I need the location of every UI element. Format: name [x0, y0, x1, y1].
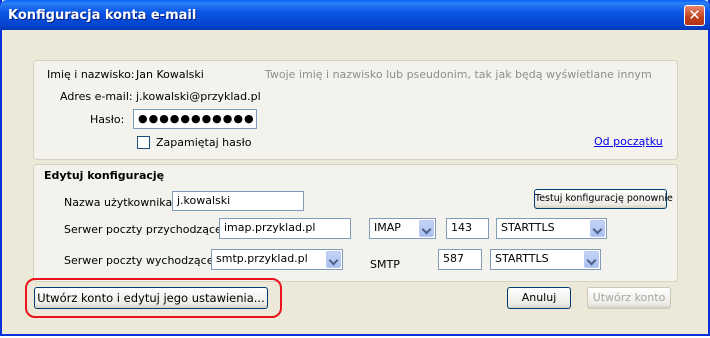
start-over-link[interactable]: Od początku	[594, 135, 663, 148]
name-hint: Twoje imię i nazwisko lub pseudonim, tak…	[265, 68, 652, 81]
password-field[interactable]: ●●●●●●●●●●●	[133, 109, 257, 129]
outgoing-port-field[interactable]: 587	[438, 249, 482, 270]
chevron-down-icon	[584, 251, 599, 268]
chevron-down-icon	[326, 251, 341, 268]
outgoing-security-value: STARTTLS	[495, 252, 549, 265]
username-label: Nazwa użytkownika:	[64, 196, 176, 209]
remember-password-label[interactable]: Zapamiętaj hasło	[156, 136, 251, 149]
close-icon: ✕	[688, 6, 701, 24]
incoming-security-select[interactable]: STARTTLS	[496, 218, 607, 239]
outgoing-server-value: smtp.przyklad.pl	[216, 252, 308, 265]
name-value[interactable]: Jan Kowalski	[136, 68, 204, 81]
outgoing-security-select[interactable]: STARTTLS	[490, 249, 601, 270]
chevron-down-icon	[419, 220, 434, 237]
create-and-edit-account-button[interactable]: Utwórz konto i edytuj jego ustawienia...	[34, 287, 268, 309]
incoming-server-field[interactable]: imap.przyklad.pl	[219, 218, 351, 239]
username-field[interactable]: j.kowalski	[172, 191, 304, 211]
incoming-port-field[interactable]: 143	[446, 218, 489, 239]
incoming-protocol-value: IMAP	[374, 221, 401, 234]
cancel-button[interactable]: Anuluj	[507, 287, 571, 309]
outgoing-server-label: Serwer poczty wychodzącej:	[64, 254, 221, 267]
email-value[interactable]: j.kowalski@przyklad.pl	[136, 90, 261, 103]
create-account-button[interactable]: Utwórz konto	[587, 287, 671, 309]
incoming-protocol-select[interactable]: IMAP	[369, 218, 436, 239]
remember-password-checkbox[interactable]	[137, 136, 150, 149]
chevron-down-icon	[590, 220, 605, 237]
title-bar[interactable]: Konfiguracja konta e-mail ✕	[0, 0, 710, 30]
password-label: Hasło:	[90, 113, 125, 126]
email-label: Adres e-mail:	[60, 90, 133, 103]
incoming-server-label: Serwer poczty przychodzącej:	[64, 223, 229, 236]
retest-config-button[interactable]: Testuj konfigurację ponownie	[534, 189, 673, 209]
outgoing-server-select[interactable]: smtp.przyklad.pl	[211, 249, 343, 270]
name-label: Imię i nazwisko:	[47, 68, 135, 81]
window-title: Konfiguracja konta e-mail	[8, 8, 197, 23]
incoming-security-value: STARTTLS	[501, 221, 555, 234]
close-button[interactable]: ✕	[684, 5, 705, 26]
outgoing-protocol-label: SMTP	[370, 258, 400, 271]
config-section-title: Edytuj konfigurację	[44, 169, 165, 182]
